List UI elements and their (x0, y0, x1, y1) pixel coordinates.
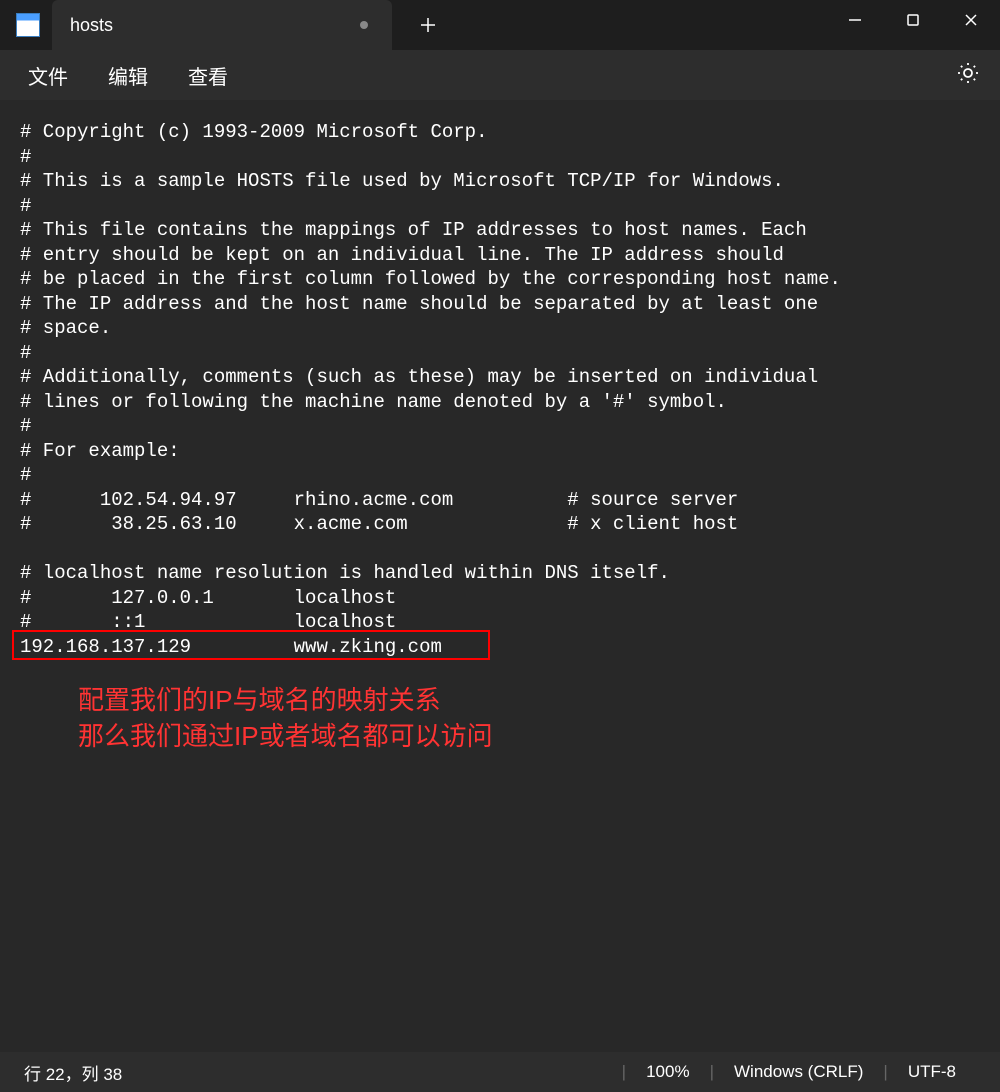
zoom-level[interactable]: 100% (626, 1062, 709, 1082)
tab-hosts[interactable]: hosts (52, 0, 392, 50)
cursor-position: 行 22，列 38 (24, 1060, 142, 1085)
notepad-app-icon (16, 13, 40, 37)
maximize-button[interactable] (884, 0, 942, 40)
minimize-button[interactable] (826, 0, 884, 40)
minimize-icon (848, 13, 862, 27)
menu-file[interactable]: 文件 (8, 53, 88, 98)
gear-icon (956, 61, 980, 85)
tab-modified-indicator (360, 21, 368, 29)
plus-icon (420, 17, 436, 33)
maximize-icon (906, 13, 920, 27)
close-button[interactable] (942, 0, 1000, 40)
titlebar: hosts (0, 0, 1000, 50)
editor-area[interactable]: # Copyright (c) 1993-2009 Microsoft Corp… (0, 100, 1000, 1052)
tab-title: hosts (70, 15, 113, 36)
window-controls (826, 0, 1000, 40)
statusbar: 行 22，列 38 | 100% | Windows (CRLF) | UTF-… (0, 1052, 1000, 1092)
menu-edit[interactable]: 编辑 (88, 53, 168, 98)
annotation-text: 配置我们的IP与域名的映射关系 那么我们通过IP或者域名都可以访问 (78, 682, 493, 754)
annotation-line-1: 配置我们的IP与域名的映射关系 (78, 682, 493, 718)
menu-view[interactable]: 查看 (168, 53, 248, 98)
settings-button[interactable] (956, 61, 984, 89)
new-tab-button[interactable] (408, 5, 448, 45)
close-icon (964, 13, 978, 27)
line-ending[interactable]: Windows (CRLF) (714, 1062, 883, 1082)
annotation-line-2: 那么我们通过IP或者域名都可以访问 (78, 718, 493, 754)
menubar: 文件 编辑 查看 (0, 50, 1000, 100)
editor-content: # Copyright (c) 1993-2009 Microsoft Corp… (20, 121, 841, 658)
encoding[interactable]: UTF-8 (888, 1062, 976, 1082)
